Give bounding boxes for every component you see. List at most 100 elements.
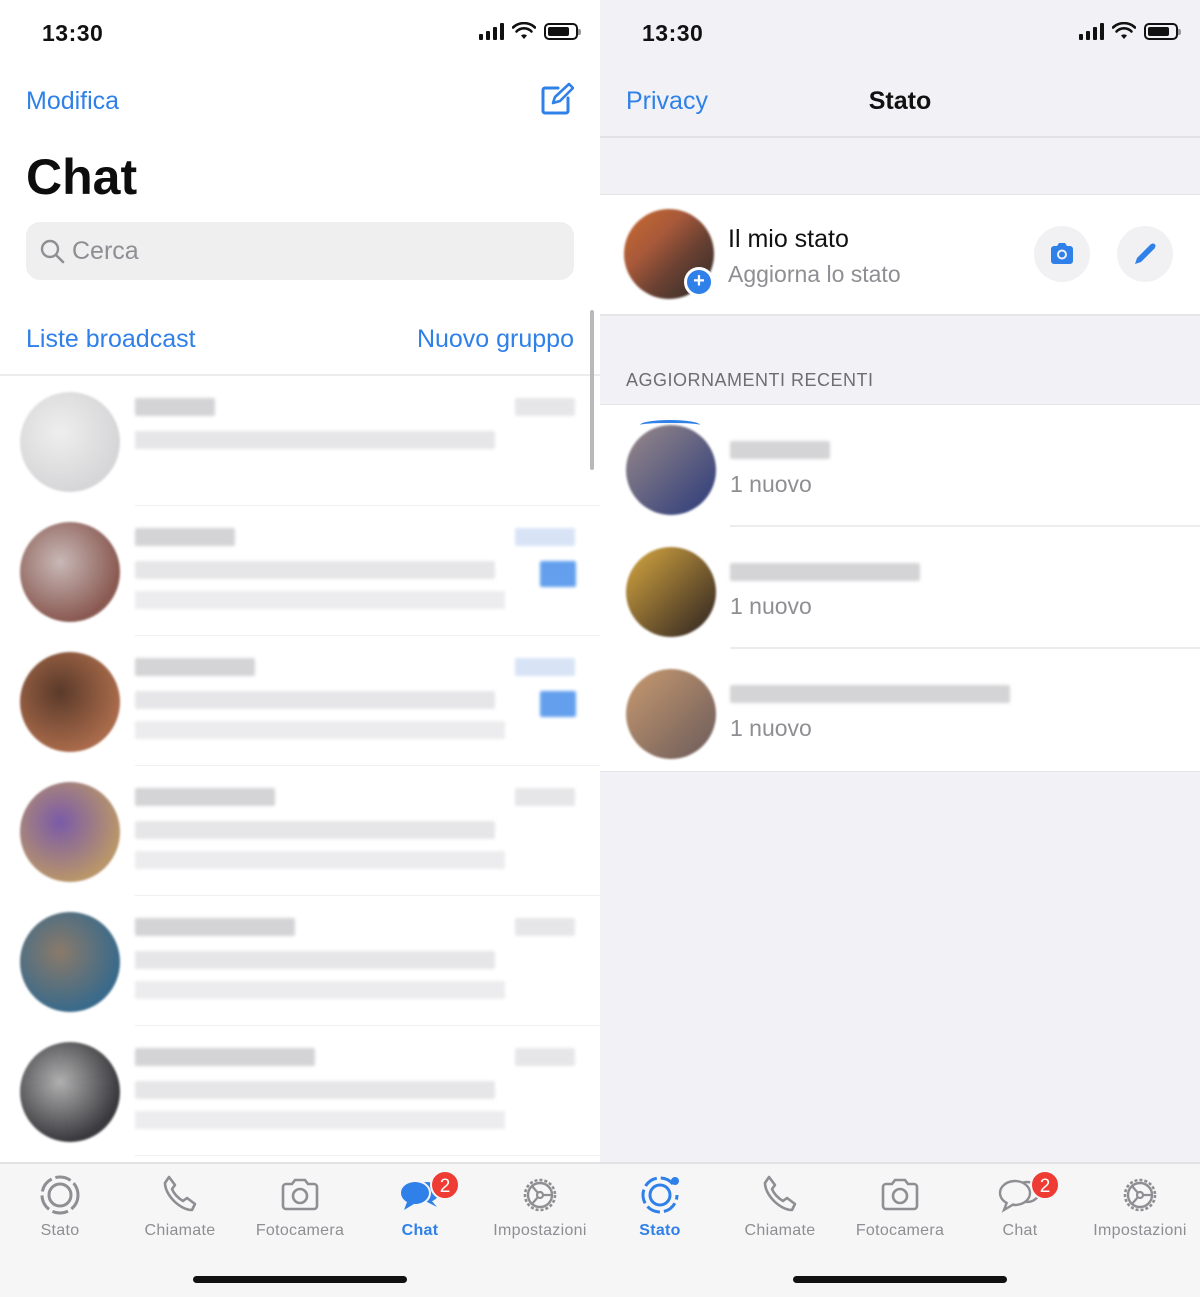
search-bar[interactable]	[26, 222, 574, 280]
nav-bar: Privacy Stato	[600, 66, 1200, 138]
status-icons	[1079, 22, 1181, 40]
avatar[interactable]: +	[624, 209, 714, 299]
camera-status-button[interactable]	[1034, 226, 1090, 282]
status-update-count: 1 nuovo	[730, 471, 812, 497]
chat-name-blurred	[135, 658, 255, 676]
tab-label: Fotocamera	[855, 1222, 945, 1239]
chat-name-blurred	[135, 398, 215, 416]
battery-icon	[544, 22, 581, 40]
my-status-row[interactable]: + Il mio stato Aggiorna lo stato	[600, 194, 1200, 316]
status-update-count: 1 nuovo	[730, 715, 812, 741]
camera-icon	[1051, 243, 1073, 264]
wifi-icon	[1112, 22, 1136, 39]
chat-row[interactable]	[0, 1026, 600, 1156]
chat-time-blurred	[515, 1048, 575, 1066]
unread-badge	[540, 691, 576, 717]
recent-updates-list: 1 nuovo 1 nuovo 1 nuovo	[600, 404, 1200, 772]
compose-button[interactable]	[538, 82, 575, 118]
tab-label: Stato	[639, 1222, 681, 1239]
status-name-blurred	[730, 685, 1010, 703]
stato-icon	[0, 1172, 120, 1218]
avatar	[20, 392, 120, 492]
new-group-link[interactable]: Nuovo gruppo	[417, 325, 574, 354]
status-update-row[interactable]: 1 nuovo	[600, 527, 1200, 649]
status-update-count: 1 nuovo	[730, 593, 812, 619]
avatar	[626, 547, 716, 637]
text-status-button[interactable]	[1117, 226, 1173, 282]
tab-chat[interactable]: Chat 2	[960, 1170, 1080, 1240]
chat-row[interactable]	[0, 376, 600, 506]
home-indicator[interactable]	[793, 1276, 1007, 1283]
tab-fotocamera[interactable]: Fotocamera	[240, 1172, 360, 1240]
status-update-row[interactable]: 1 nuovo	[600, 649, 1200, 771]
chat-name-blurred	[135, 788, 275, 806]
fotocamera-icon	[840, 1172, 960, 1218]
status-name-blurred	[730, 441, 830, 459]
home-indicator[interactable]	[193, 1276, 407, 1283]
tab-impostazioni[interactable]: Impostazioni	[1080, 1172, 1200, 1240]
avatar	[20, 912, 120, 1012]
tab-label: Stato	[40, 1222, 80, 1239]
tab-stato[interactable]: Stato	[0, 1172, 120, 1240]
chat-screen: 13:30 Modifica Chat Liste broadcast Nuov…	[0, 0, 600, 1297]
chat-time-blurred	[515, 658, 575, 676]
tab-label: Impostazioni	[493, 1222, 587, 1239]
tab-stato[interactable]: Stato	[600, 1172, 720, 1240]
status-update-row[interactable]: 1 nuovo	[600, 405, 1200, 527]
chat-time-blurred	[515, 398, 575, 416]
wifi-icon	[512, 22, 536, 39]
chat-name-blurred	[135, 1048, 315, 1066]
chat-row[interactable]	[0, 766, 600, 896]
page-title: Chat	[26, 149, 138, 205]
status-time: 13:30	[642, 20, 704, 46]
my-status-name: Il mio stato	[728, 225, 849, 253]
chat-row[interactable]	[0, 506, 600, 636]
avatar	[626, 669, 716, 759]
tab-chiamate[interactable]: Chiamate	[720, 1172, 840, 1240]
battery-icon	[1144, 22, 1181, 40]
chat-preview-blurred	[135, 591, 505, 609]
avatar	[20, 652, 120, 752]
chat-preview-blurred	[135, 821, 495, 839]
unread-count-badge: 2	[1030, 1170, 1060, 1200]
add-status-icon: +	[684, 267, 714, 297]
chat-preview-blurred	[135, 851, 505, 869]
unread-count-badge: 2	[430, 1170, 460, 1200]
tab-label: Chiamate	[744, 1222, 816, 1239]
search-input[interactable]	[72, 236, 552, 266]
page-title: Stato	[868, 87, 932, 115]
chat-preview-blurred	[135, 721, 505, 739]
avatar	[20, 522, 120, 622]
compose-icon	[541, 82, 575, 115]
avatar	[20, 782, 120, 882]
tab-label: Chiamate	[144, 1222, 216, 1239]
avatar	[626, 425, 716, 515]
chat-preview-blurred	[135, 951, 495, 969]
status-bar: 13:30	[600, 0, 1200, 66]
pencil-icon	[1135, 243, 1156, 264]
signal-icon	[1079, 22, 1104, 40]
chat-row[interactable]	[0, 636, 600, 766]
tab-chat[interactable]: Chat 2	[360, 1170, 480, 1240]
search-icon	[40, 239, 65, 264]
broadcast-lists-link[interactable]: Liste broadcast	[26, 325, 196, 354]
unread-badge	[540, 561, 576, 587]
tab-chiamate[interactable]: Chiamate	[120, 1172, 240, 1240]
status-name-blurred	[730, 563, 920, 581]
stato-icon	[600, 1172, 720, 1218]
status-screen: 13:30 Privacy Stato + Il mio stato Aggio…	[600, 0, 1200, 1297]
chat-time-blurred	[515, 918, 575, 936]
tab-label: Impostazioni	[1093, 1222, 1187, 1239]
chat-preview-blurred	[135, 431, 495, 449]
chat-row[interactable]	[0, 896, 600, 1026]
chat-preview-blurred	[135, 561, 495, 579]
my-status-subtitle: Aggiorna lo stato	[728, 261, 901, 287]
chat-preview-blurred	[135, 1111, 505, 1129]
chat-preview-blurred	[135, 1081, 495, 1099]
chat-time-blurred	[515, 788, 575, 806]
unseen-ring-icon	[640, 420, 700, 430]
edit-button[interactable]: Modifica	[26, 87, 119, 116]
tab-impostazioni[interactable]: Impostazioni	[480, 1172, 600, 1240]
status-icons	[479, 22, 581, 40]
tab-fotocamera[interactable]: Fotocamera	[840, 1172, 960, 1240]
